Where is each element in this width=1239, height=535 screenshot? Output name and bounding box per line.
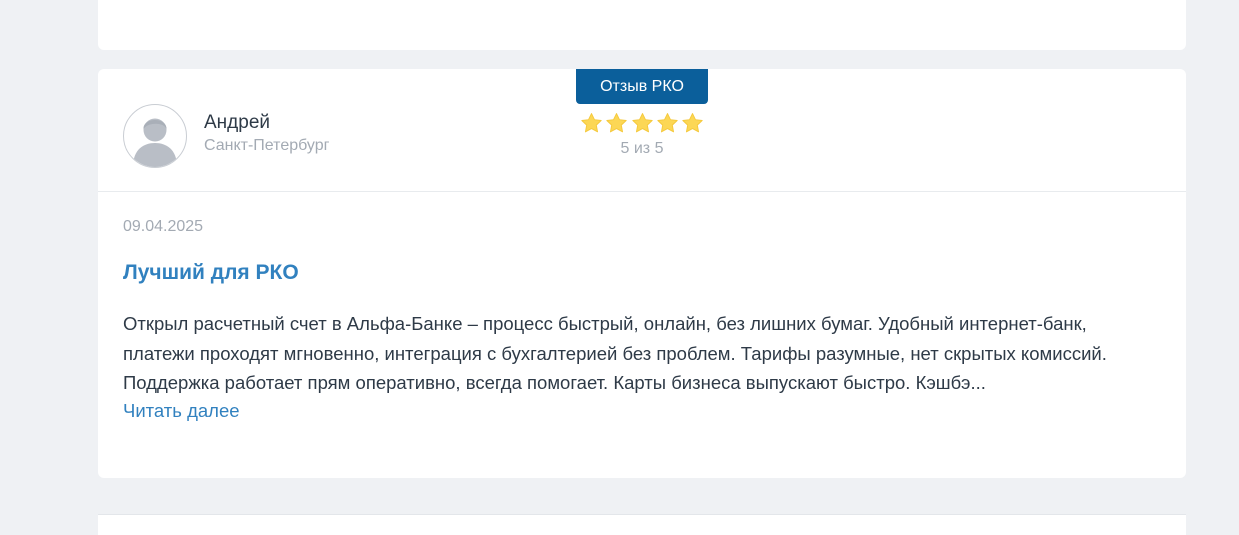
- review-date: 09.04.2025: [123, 218, 204, 235]
- star-icon: [581, 113, 602, 133]
- star-icon: [606, 113, 627, 133]
- review-category-badge: Отзыв РКО: [576, 69, 708, 104]
- read-more-link[interactable]: Читать далее: [123, 400, 240, 422]
- header-divider: [98, 191, 1186, 192]
- star-icon: [657, 113, 678, 133]
- rating-stars: [580, 112, 704, 136]
- author-name: Андрей: [204, 112, 270, 133]
- next-review-card: [98, 514, 1186, 535]
- previous-review-card: [98, 0, 1186, 50]
- user-avatar-icon: [123, 104, 187, 168]
- review-text: Открыл расчетный счет в Альфа-Банке – пр…: [123, 313, 1107, 393]
- rating-text: 5 из 5: [620, 140, 664, 157]
- star-icon: [631, 113, 653, 133]
- author-city: Санкт-Петербург: [204, 137, 330, 154]
- review-card: Отзыв РКО Андрей Санкт-Петербург 5 из 5 …: [98, 69, 1186, 478]
- review-title: Лучший для РКО: [123, 261, 299, 284]
- star-icon: [682, 113, 703, 133]
